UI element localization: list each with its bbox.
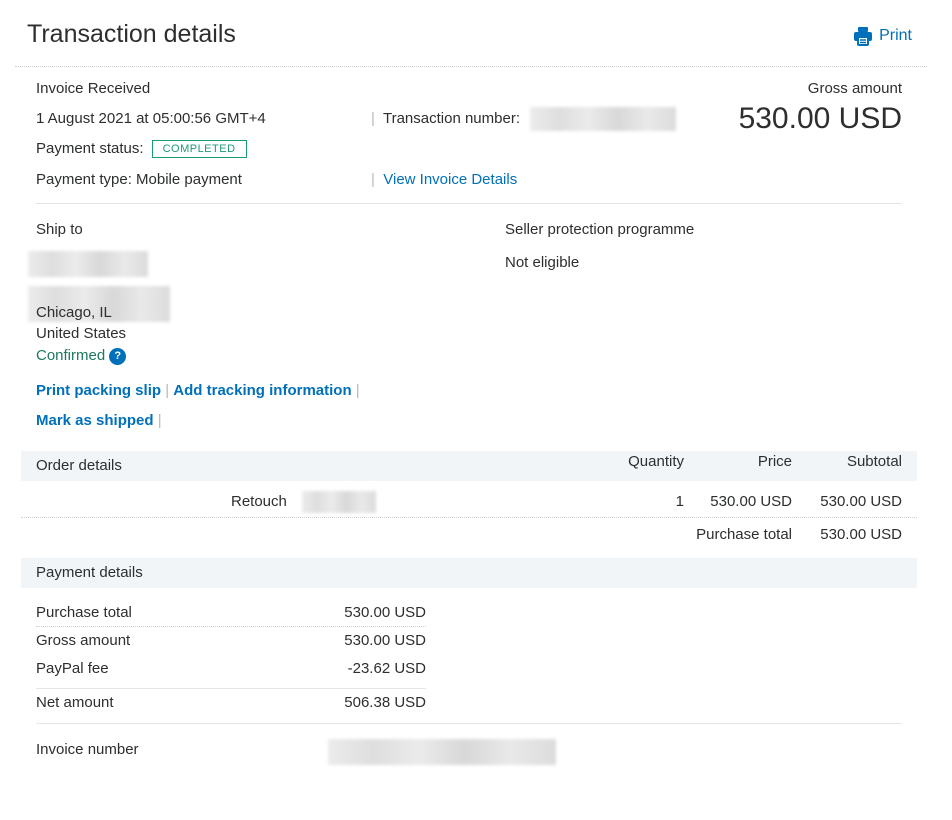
payment-row-value: 506.38 USD <box>344 694 426 711</box>
item-price: 530.00 USD <box>710 493 792 510</box>
gross-amount-value: 530.00 USD <box>738 102 902 135</box>
view-invoice-row: | View Invoice Details <box>371 171 517 188</box>
order-details-heading: Order details <box>36 457 122 474</box>
shipping-actions-row: Print packing slip | Add tracking inform… <box>36 382 360 399</box>
print-label: Print <box>879 27 912 44</box>
seller-protection-heading: Seller protection programme <box>505 221 695 238</box>
status-badge: COMPLETED <box>151 140 247 158</box>
payment-row-value: 530.00 USD <box>344 604 426 621</box>
payment-details-heading: Payment details <box>36 564 143 581</box>
ship-to-city: Chicago, IL <box>36 304 112 321</box>
transaction-number: | Transaction number: <box>371 110 520 127</box>
purchase-total-label: Purchase total <box>696 526 792 543</box>
ship-to-heading: Ship to <box>36 221 83 238</box>
payment-details-header <box>21 558 917 588</box>
row-divider <box>36 626 426 627</box>
status-title: Invoice Received <box>36 80 151 97</box>
payment-status: Payment status: COMPLETED <box>36 140 247 158</box>
item-divider <box>21 517 917 518</box>
separator: | <box>165 382 170 399</box>
item-quantity: 1 <box>675 493 684 510</box>
address-confirmed: Confirmed? <box>36 347 127 365</box>
payment-row-label: Purchase total <box>36 604 132 621</box>
mark-as-shipped-link[interactable]: Mark as shipped <box>36 412 154 429</box>
item-description-redacted <box>302 491 376 513</box>
item-name: Retouch <box>231 493 287 510</box>
payment-status-label: Payment status: <box>36 140 144 157</box>
header-divider <box>15 66 927 67</box>
view-invoice-details-link[interactable]: View Invoice Details <box>383 171 517 188</box>
gross-amount-label: Gross amount <box>807 80 902 97</box>
transaction-number-label: Transaction number: <box>382 110 520 127</box>
separator: | <box>371 171 375 188</box>
confirmed-label: Confirmed <box>36 347 106 364</box>
invoice-number-label: Invoice number <box>36 741 139 758</box>
section-divider <box>36 723 902 724</box>
separator: | <box>371 110 375 127</box>
ship-to-name-redacted <box>28 251 148 277</box>
question-icon[interactable]: ? <box>109 348 127 365</box>
payment-row-value: -23.62 USD <box>347 660 426 677</box>
payment-row-label: Net amount <box>36 694 114 711</box>
payment-row-value: 530.00 USD <box>344 632 426 649</box>
row-divider <box>36 688 426 689</box>
item-subtotal: 530.00 USD <box>820 493 902 510</box>
column-subtotal: Subtotal <box>846 453 902 470</box>
payment-type: Payment type: Mobile payment <box>36 171 242 188</box>
payment-row-label: PayPal fee <box>36 660 109 677</box>
payment-row-label: Gross amount <box>36 632 131 649</box>
ship-to-country: United States <box>36 325 127 342</box>
transaction-date: 1 August 2021 at 05:00:56 GMT+4 <box>36 110 266 127</box>
page-title: Transaction details <box>27 20 236 48</box>
transaction-number-redacted <box>530 107 676 131</box>
seller-protection-status: Not eligible <box>505 254 580 271</box>
section-divider <box>36 203 902 204</box>
mark-shipped-row: Mark as shipped | <box>36 412 162 429</box>
printer-icon <box>853 26 873 46</box>
separator: | <box>157 412 162 429</box>
print-button[interactable]: Print <box>853 26 912 46</box>
add-tracking-link[interactable]: Add tracking information <box>173 382 351 399</box>
purchase-total-value: 530.00 USD <box>820 526 902 543</box>
column-price: Price <box>757 453 792 470</box>
column-quantity: Quantity <box>628 453 684 470</box>
invoice-number-redacted <box>328 739 556 765</box>
separator: | <box>355 382 360 399</box>
print-packing-slip-link[interactable]: Print packing slip <box>36 382 161 399</box>
